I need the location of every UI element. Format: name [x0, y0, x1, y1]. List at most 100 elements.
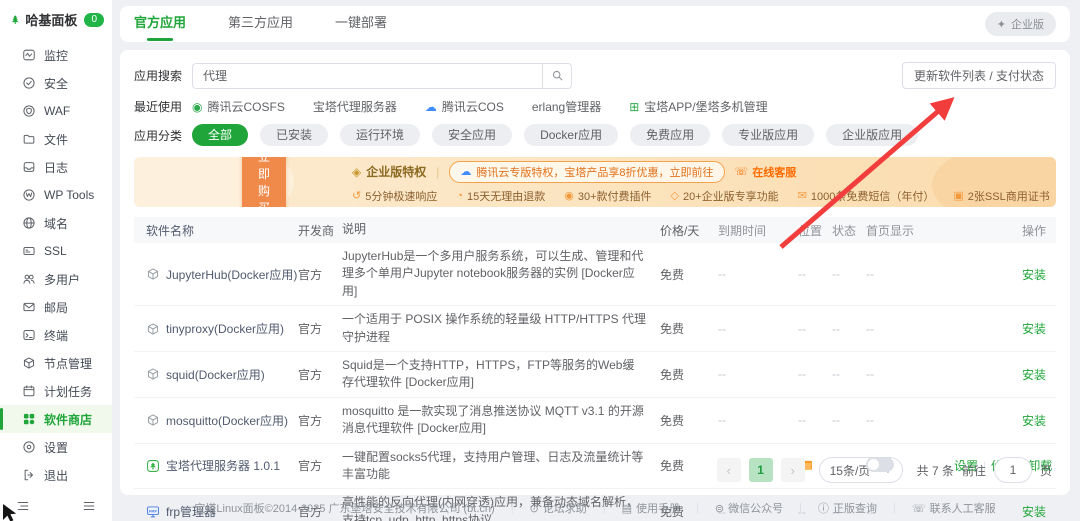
sidebar-item-multi-user[interactable]: 多用户: [0, 265, 112, 293]
sidebar-item-logs[interactable]: 日志: [0, 153, 112, 181]
sidebar-item-ssl[interactable]: SSL: [0, 237, 112, 265]
notification-badge[interactable]: 0: [84, 12, 104, 27]
homepage-cell: --: [866, 267, 874, 282]
buy-now-button[interactable]: 立即购买: [242, 157, 287, 207]
online-support-link[interactable]: ☏ 在线客服: [735, 164, 797, 180]
panel-logo[interactable]: 哈基面板 0: [0, 0, 112, 37]
description-cell: mosquitto 是一款实现了消息推送协议 MQTT v3.1 的开源消息代理…: [342, 403, 644, 436]
footer-link-genuine-check[interactable]: ⓘ 正版查询: [818, 500, 877, 516]
tab-official-apps[interactable]: 官方应用: [134, 6, 186, 42]
homepage-toggle-off[interactable]: [866, 456, 894, 472]
category-installed[interactable]: 已安装: [260, 124, 329, 146]
app-name-link[interactable]: JupyterHub(Docker应用): [146, 266, 298, 283]
sidebar-item-label: 监控: [44, 48, 69, 63]
search-button[interactable]: [542, 62, 572, 89]
expire-cell: --: [718, 413, 726, 428]
sidebar-item-cron[interactable]: 计划任务: [0, 377, 112, 405]
expire-cell: --: [718, 367, 726, 382]
sidebar-item-waf[interactable]: WAF: [0, 97, 112, 125]
recent-item-label: 腾讯云COS: [441, 100, 504, 114]
recent-item-erlang[interactable]: erlang管理器: [532, 98, 601, 115]
footer: 宝塔Linux面板©2014-2025 广东堡塔安全技术有限公司 (bt.cn)…: [120, 495, 1070, 521]
enterprise-privilege-label: ◈ 企业版特权: [352, 164, 427, 180]
feature-refund: ◔ 15天无理由退款: [456, 189, 546, 203]
category-all[interactable]: 全部: [192, 124, 249, 146]
book-icon: ▤: [621, 502, 633, 515]
category-docker[interactable]: Docker应用: [524, 124, 619, 146]
sidebar-item-node-manage[interactable]: 节点管理: [0, 349, 112, 377]
footer-link-wechat[interactable]: ⊜ 微信公众号: [715, 500, 783, 516]
status-cell: --: [832, 413, 840, 428]
sidebar-item-wp-tools[interactable]: WP Tools: [0, 181, 112, 209]
homepage-cell: --: [866, 367, 874, 382]
menu-list-icon[interactable]: [82, 499, 96, 513]
sidebar-item-files[interactable]: 文件: [0, 125, 112, 153]
sidebar-item-label: SSL: [44, 244, 67, 258]
category-enterprise[interactable]: 企业版应用: [826, 124, 919, 146]
recent-item-bt-proxy[interactable]: 宝塔代理服务器: [313, 98, 397, 115]
sidebar-item-mail[interactable]: 邮局: [0, 293, 112, 321]
tab-one-click-deploy[interactable]: 一键部署: [335, 6, 387, 42]
recent-item-cosfs[interactable]: ◉ 腾讯云COSFS: [192, 98, 285, 115]
divider: |: [602, 502, 606, 514]
app-name-link[interactable]: tinyproxy(Docker应用): [146, 320, 298, 337]
sidebar-item-logout[interactable]: 退出: [0, 461, 112, 489]
sidebar-item-monitor[interactable]: 监控: [0, 41, 112, 69]
prev-page-button[interactable]: ‹: [716, 458, 741, 482]
sidebar-item-app-store[interactable]: 软件商店: [0, 405, 112, 433]
table-header: 软件名称 开发商 说明 价格/天 到期时间 位置 状态 首页显示 操作: [134, 217, 1056, 243]
wechat-icon: ⊜: [714, 502, 725, 515]
category-security[interactable]: 安全应用: [432, 124, 513, 146]
category-pro[interactable]: 专业版应用: [722, 124, 815, 146]
collapse-sidebar-icon[interactable]: [16, 499, 30, 513]
feature-ssl: ▣2张SSL商用证书（年付）: [953, 190, 1056, 203]
search-input[interactable]: [192, 62, 542, 89]
tencent-cloud-promo-link[interactable]: ☁ 腾讯云专版特权，宝塔产品享8折优惠，立即前往: [449, 160, 725, 183]
headset-icon: ☏: [734, 166, 749, 178]
sidebar-item-domain[interactable]: 域名: [0, 209, 112, 237]
enterprise-badge[interactable]: ✦ 企业版: [984, 12, 1056, 36]
headset-icon: ☏: [911, 502, 926, 515]
footer-link-support[interactable]: ☏ 联系人工客服: [912, 500, 996, 516]
location-cell: --: [798, 413, 806, 428]
app-name-link[interactable]: squid(Docker应用): [146, 366, 298, 383]
sidebar-item-terminal[interactable]: 终端: [0, 321, 112, 349]
install-link[interactable]: 安装: [1022, 414, 1046, 428]
recent-item-cos[interactable]: ☁ 腾讯云COS: [425, 98, 504, 115]
goto-page-input[interactable]: [993, 457, 1032, 483]
category-free[interactable]: 免费应用: [630, 124, 711, 146]
clock-icon: ◔: [456, 189, 464, 202]
search-row: 应用搜索 更新软件列表 / 支付状态: [134, 62, 1056, 89]
sidebar-nav: 监控 安全 WAF 文件 日志 WP Tools 域名 SSL 多用户 邮局 终…: [0, 37, 112, 493]
install-link[interactable]: 安装: [1022, 268, 1046, 282]
next-page-button[interactable]: ›: [780, 458, 805, 482]
tab-third-party-apps[interactable]: 第三方应用: [228, 6, 293, 42]
install-link[interactable]: 安装: [1022, 368, 1046, 382]
cron-icon: [23, 385, 35, 397]
price-cell: 免费: [660, 322, 685, 337]
category-runtime[interactable]: 运行环境: [340, 124, 421, 146]
app-window: 哈基面板 0 监控 安全 WAF 文件 日志 WP Tools 域名 SSL 多…: [0, 0, 1080, 521]
header-homepage: 首页显示: [866, 223, 915, 238]
sidebar-item-label: WAF: [44, 104, 71, 118]
header-price: 价格/天: [660, 223, 700, 238]
diamond-icon: ◇: [670, 190, 680, 202]
header-status: 状态: [832, 223, 857, 238]
footer-link-manual[interactable]: ▤ 使用手册: [622, 500, 680, 516]
monitor-icon: [23, 49, 35, 61]
page-number-button[interactable]: 1: [748, 458, 773, 482]
ssl-icon: [23, 246, 35, 256]
sidebar-item-security[interactable]: 安全: [0, 69, 112, 97]
developer-cell: 官方: [298, 413, 323, 428]
description-cell: JupyterHub是一个多用户服务系统，可以生成、管理和代理多个单用户Jupy…: [342, 249, 644, 298]
multi-user-icon: [23, 274, 35, 284]
install-link[interactable]: 安装: [1022, 322, 1046, 336]
docker-app-icon: [147, 368, 159, 380]
footer-link-forum[interactable]: ⊙ 论坛求助: [530, 500, 587, 516]
sidebar-item-label: 设置: [44, 440, 69, 455]
app-name-link[interactable]: mosquitto(Docker应用): [146, 412, 298, 429]
update-software-list-button[interactable]: 更新软件列表 / 支付状态: [901, 62, 1056, 89]
recent-item-bt-app[interactable]: ⊞ 宝塔APP/堡塔多机管理: [629, 98, 767, 115]
expire-cell: --: [718, 267, 726, 282]
sidebar-item-settings[interactable]: 设置: [0, 433, 112, 461]
